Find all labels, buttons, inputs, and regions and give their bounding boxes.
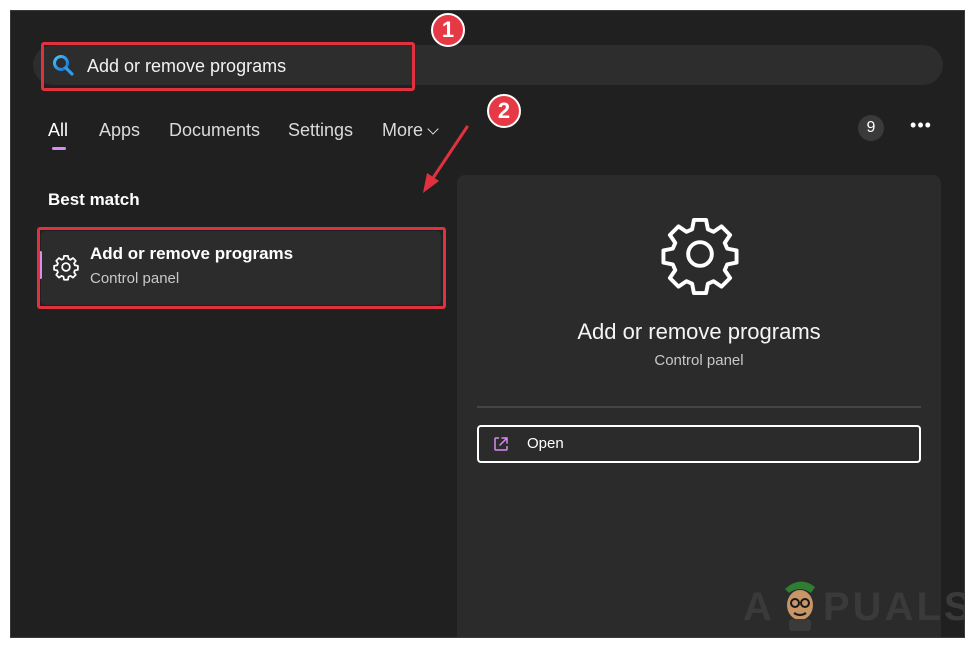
tab-more-label: More bbox=[382, 120, 424, 140]
details-divider bbox=[477, 406, 921, 408]
rewards-count-badge[interactable]: 9 bbox=[858, 115, 884, 141]
step-2-badge: 2 bbox=[487, 94, 521, 128]
chevron-down-icon bbox=[427, 123, 439, 135]
open-external-icon bbox=[494, 437, 508, 451]
details-title: Add or remove programs bbox=[577, 319, 821, 344]
tab-apps[interactable]: Apps bbox=[99, 119, 140, 141]
watermark-mascot-logo bbox=[785, 581, 815, 631]
best-match-heading: Best match bbox=[48, 190, 140, 209]
result-highlight-box bbox=[37, 227, 446, 309]
step-1-badge: 1 bbox=[431, 13, 465, 47]
watermark-letter-a: A bbox=[743, 585, 775, 629]
tab-active-indicator bbox=[52, 147, 66, 150]
tab-all[interactable]: All bbox=[48, 119, 68, 141]
watermark-text: PUALS bbox=[823, 585, 965, 629]
search-highlight-box bbox=[41, 42, 415, 91]
more-options-icon[interactable]: ••• bbox=[906, 115, 936, 141]
gear-icon bbox=[661, 217, 739, 296]
open-button-label: Open bbox=[527, 435, 564, 452]
details-subtitle: Control panel bbox=[654, 352, 744, 369]
tab-more[interactable]: More bbox=[382, 119, 439, 141]
start-menu-search-window: Add or remove programs 1 2 All Apps Docu… bbox=[10, 10, 965, 638]
tab-settings[interactable]: Settings bbox=[288, 119, 353, 141]
tab-documents[interactable]: Documents bbox=[169, 119, 260, 141]
